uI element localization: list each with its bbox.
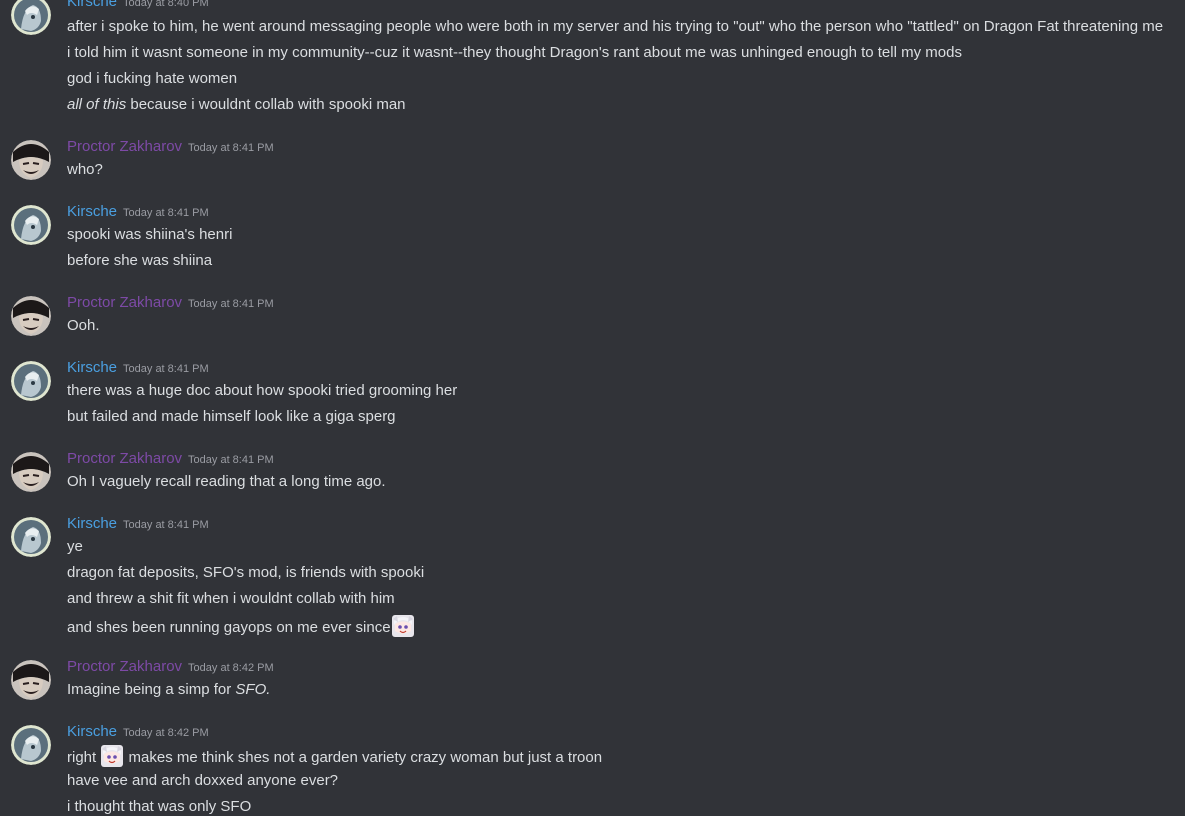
message-header: Proctor Zakharov Today at 8:41 PM — [67, 294, 274, 316]
message-header: Kirsche Today at 8:41 PM — [67, 203, 209, 225]
username[interactable]: Kirsche — [67, 203, 117, 220]
message-line: i told him it wasnt someone in my commun… — [67, 44, 962, 61]
proctor-avatar[interactable] — [11, 660, 51, 700]
message-line: there was a huge doc about how spooki tr… — [67, 382, 458, 399]
proctor-avatar[interactable] — [11, 296, 51, 336]
timestamp: Today at 8:41 PM — [123, 207, 209, 219]
message-header: Kirsche Today at 8:40 PM — [67, 0, 209, 15]
proctor-avatar[interactable] — [11, 140, 51, 180]
username[interactable]: Proctor Zakharov — [67, 294, 182, 311]
message-line: i thought that was only SFO — [67, 798, 252, 815]
anime-girl-emoji-icon — [391, 615, 414, 637]
username[interactable]: Proctor Zakharov — [67, 658, 182, 675]
kirsche-avatar[interactable] — [11, 517, 51, 557]
timestamp: Today at 8:41 PM — [188, 142, 274, 154]
message-line: and shes been running gayops on me ever … — [67, 615, 415, 638]
timestamp: Today at 8:41 PM — [188, 454, 274, 466]
timestamp: Today at 8:42 PM — [188, 662, 274, 674]
message-line: have vee and arch doxxed anyone ever? — [67, 772, 339, 789]
username[interactable]: Proctor Zakharov — [67, 138, 182, 155]
timestamp: Today at 8:41 PM — [123, 363, 209, 375]
message-line: but failed and made himself look like a … — [67, 408, 396, 425]
timestamp: Today at 8:42 PM — [123, 727, 209, 739]
message-line: and threw a shit fit when i wouldnt coll… — [67, 590, 395, 607]
message-line: Oh I vaguely recall reading that a long … — [67, 473, 386, 490]
timestamp: Today at 8:41 PM — [123, 519, 209, 531]
username[interactable]: Kirsche — [67, 515, 117, 532]
message-line: dragon fat deposits, SFO's mod, is frien… — [67, 564, 425, 581]
message-line: after i spoke to him, he went around mes… — [67, 18, 1164, 35]
chat-message-list: Kirsche Today at 8:40 PM after i spoke to… — [0, 0, 1185, 816]
anime-girl-emoji-icon — [101, 745, 124, 767]
message-text: right — [67, 749, 101, 766]
message-line: spooki was shiina's henri — [67, 226, 233, 243]
username[interactable]: Kirsche — [67, 0, 117, 10]
timestamp: Today at 8:40 PM — [123, 0, 209, 9]
username[interactable]: Kirsche — [67, 723, 117, 740]
message-header: Proctor Zakharov Today at 8:41 PM — [67, 450, 274, 472]
message-header: Proctor Zakharov Today at 8:41 PM — [67, 138, 274, 160]
message-line: Ooh. — [67, 317, 100, 334]
message-line: all of this because i wouldnt collab wit… — [67, 95, 406, 115]
timestamp: Today at 8:41 PM — [188, 298, 274, 310]
message-text: Imagine being a simp for — [67, 681, 236, 698]
italic-text: SFO. — [235, 681, 271, 698]
message-line: who? — [67, 161, 103, 178]
message-text: makes me think shes not a garden variety… — [124, 749, 603, 766]
message-line: god i fucking hate women — [67, 70, 238, 87]
message-header: Kirsche Today at 8:42 PM — [67, 723, 209, 745]
message-header: Kirsche Today at 8:41 PM — [67, 515, 209, 537]
username[interactable]: Kirsche — [67, 359, 117, 376]
message-header: Proctor Zakharov Today at 8:42 PM — [67, 658, 274, 680]
message-header: Kirsche Today at 8:41 PM — [67, 359, 209, 381]
message-line: before she was shiina — [67, 252, 213, 269]
username[interactable]: Proctor Zakharov — [67, 450, 182, 467]
kirsche-avatar[interactable] — [11, 205, 51, 245]
kirsche-avatar[interactable] — [11, 361, 51, 401]
message-text: because i wouldnt collab with spooki man — [126, 96, 406, 113]
message-line: ye — [67, 538, 83, 555]
kirsche-avatar[interactable] — [11, 0, 51, 35]
message-text: and shes been running gayops on me ever … — [67, 619, 391, 636]
message-line: right makes me think shes not a garden v… — [67, 745, 602, 768]
message-line: Imagine being a simp for SFO. — [67, 680, 270, 700]
proctor-avatar[interactable] — [11, 452, 51, 492]
italic-text: all of this — [67, 96, 127, 113]
kirsche-avatar[interactable] — [11, 725, 51, 765]
